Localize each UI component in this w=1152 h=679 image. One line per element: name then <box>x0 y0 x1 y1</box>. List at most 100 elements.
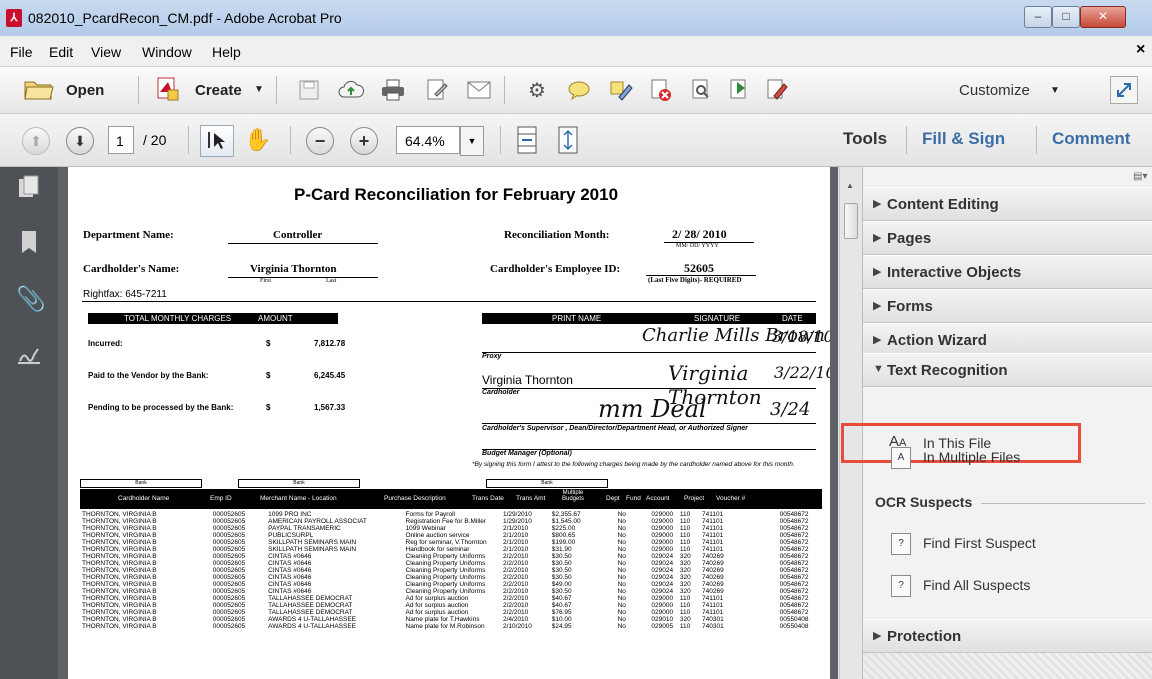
zoom-in-icon[interactable]: + <box>350 127 378 155</box>
table-row: THORNTON, VIRGINIA B 000052605 CINTAS #064… <box>82 567 809 574</box>
section-action-wizard[interactable]: ▶ Action Wizard <box>863 323 1152 357</box>
pane-footer <box>863 653 1152 679</box>
section-content-editing[interactable]: ▶ Content Editing <box>863 187 1152 221</box>
menu-window[interactable]: Window <box>142 44 192 60</box>
tab-fill-sign[interactable]: Fill & Sign <box>922 129 1005 149</box>
menu-edit[interactable]: Edit <box>49 44 73 60</box>
col-account: Account <box>646 495 670 502</box>
cloud-upload-icon[interactable] <box>338 77 364 103</box>
table-row: THORNTON, VIRGINIA B 000052605 PAYPAL TRAN… <box>82 525 809 532</box>
search-document-icon[interactable] <box>688 77 714 103</box>
fullscreen-expand-icon[interactable] <box>1110 76 1138 104</box>
close-window-button[interactable]: ✕ <box>1080 6 1126 28</box>
menu-bar: File Edit View Window Help × <box>0 36 1152 67</box>
zoom-level-input[interactable]: 64.4% <box>396 126 460 154</box>
comment-bubble-icon[interactable] <box>566 77 592 103</box>
print-icon[interactable] <box>380 77 406 103</box>
menu-file[interactable]: File <box>10 44 33 60</box>
edit-document-icon[interactable] <box>424 77 450 103</box>
paid-label: Paid to the Vendor by the Bank: <box>88 371 209 380</box>
pdf-page[interactable]: P-Card Reconciliation for February 2010 … <box>68 167 830 679</box>
highlight-text-icon[interactable] <box>608 77 634 103</box>
supervisor-caption: Cardholder's Supervisor , Dean/Director/… <box>482 425 748 432</box>
fit-width-icon[interactable] <box>556 126 580 157</box>
customize-dropdown-arrow-icon[interactable]: ▼ <box>1050 85 1060 96</box>
print-name-header: PRINT NAME <box>552 314 602 323</box>
hand-tool-icon[interactable]: ✋ <box>244 127 271 153</box>
menu-help[interactable]: Help <box>212 44 241 60</box>
col-fund: Fund <box>626 495 641 502</box>
in-multiple-files-item[interactable]: In Multiple Files <box>923 449 1020 465</box>
section-text-recognition[interactable]: ▼ Text Recognition <box>863 353 1152 387</box>
section-pages[interactable]: ▶ Pages <box>863 221 1152 255</box>
open-folder-icon[interactable] <box>24 76 54 102</box>
scroll-up-arrow-icon[interactable]: ▲ <box>846 181 854 190</box>
table-row: THORNTON, VIRGINIA B 000052605 TALLAHASSEE… <box>82 602 809 609</box>
charges-header-bar: TOTAL MONTHLY CHARGES AMOUNT <box>88 313 338 324</box>
section-protection[interactable]: ▶ Protection <box>863 619 1152 653</box>
edit-form-icon[interactable] <box>764 77 790 103</box>
create-button[interactable]: Create <box>195 82 242 99</box>
bank-tag-2: Bank <box>238 479 360 488</box>
section-interactive-objects[interactable]: ▶ Interactive Objects <box>863 255 1152 289</box>
zoom-dropdown-arrow-icon[interactable]: ▼ <box>460 126 484 156</box>
attachments-paperclip-icon[interactable]: 📎 <box>16 287 46 313</box>
first-name-caption: First <box>260 278 272 284</box>
tab-comment[interactable]: Comment <box>1052 129 1130 149</box>
navigation-pane: 📎 <box>0 167 58 679</box>
zoom-out-icon[interactable]: − <box>306 127 334 155</box>
table-row: THORNTON, VIRGINIA B 000052605 CINTAS #064… <box>82 574 809 581</box>
customize-button[interactable]: Customize <box>959 82 1030 99</box>
employee-id-label: Cardholder's Employee ID: <box>490 263 621 275</box>
acrobat-pdf-icon: ⅄ <box>6 9 22 27</box>
tools-pane: ▤▾ ▶ Content Editing ▶ Pages ▶ Interactive … <box>841 167 1152 679</box>
table-row: THORNTON, VIRGINIA B 000052605 CINTAS #064… <box>82 581 809 588</box>
table-row: THORNTON, VIRGINIA B 000052605 AWARDS 4 U-… <box>82 616 809 623</box>
table-row: THORNTON, VIRGINIA B 000052605 PUBLICSURPL… <box>82 532 809 539</box>
signatures-icon[interactable] <box>16 347 42 373</box>
signature-3-date: 3/24 <box>770 399 811 420</box>
table-row: THORNTON, VIRGINIA B 000052605 1099 PRO IN… <box>82 511 809 518</box>
pane-options-icon[interactable]: ▤▾ <box>1133 171 1147 182</box>
delete-pages-icon[interactable] <box>648 77 674 103</box>
create-dropdown-arrow-icon[interactable]: ▼ <box>254 84 264 95</box>
transactions-header-bar: Cardholder Name Emp ID Merchant Name - L… <box>80 489 822 509</box>
create-pdf-icon[interactable] <box>154 76 180 102</box>
previous-page-up-arrow-icon[interactable]: ⬆ <box>22 127 50 155</box>
signature-1-date: 3/18/10 <box>772 327 830 346</box>
table-row: THORNTON, VIRGINIA B 000052605 TALLAHASSEE… <box>82 595 809 602</box>
export-document-icon[interactable] <box>726 77 752 103</box>
recon-month-label: Reconciliation Month: <box>504 229 610 241</box>
page-thumbnails-icon[interactable] <box>16 175 42 201</box>
minimize-button[interactable]: – <box>1024 6 1052 28</box>
bank-tag-3: Bank <box>486 479 608 488</box>
bank-tag-1: Bank <box>80 479 202 488</box>
find-all-suspects-item[interactable]: Find All Suspects <box>923 577 1030 593</box>
cardholder-label: Cardholder's Name: <box>83 263 180 275</box>
open-button[interactable]: Open <box>66 82 104 99</box>
email-icon[interactable] <box>466 77 492 103</box>
save-icon[interactable] <box>296 77 322 103</box>
maximize-button[interactable]: □ <box>1052 6 1080 28</box>
next-page-down-arrow-icon[interactable]: ⬇ <box>66 127 94 155</box>
page-number-input[interactable]: 1 <box>108 126 134 154</box>
amount-header: AMOUNT <box>258 314 293 323</box>
printed-name-value: Virginia Thornton <box>482 373 573 387</box>
bookmarks-icon[interactable] <box>16 229 42 255</box>
table-row: THORNTON, VIRGINIA B 000052605 AWARDS 4 U-… <box>82 623 809 630</box>
pending-label: Pending to be processed by the Bank: <box>88 403 234 412</box>
page-total-label: / 20 <box>143 132 167 148</box>
settings-gear-icon[interactable]: ⚙ <box>524 77 550 103</box>
table-row: THORNTON, VIRGINIA B 000052605 SKILLPATH S… <box>82 539 809 546</box>
find-first-suspect-item[interactable]: Find First Suspect <box>923 535 1036 551</box>
tab-tools[interactable]: Tools <box>843 129 887 149</box>
scrollbar-thumb[interactable] <box>844 203 858 239</box>
col-emp-id: Emp ID <box>210 495 232 502</box>
col-trans-amt: Trans Amt <box>516 495 546 502</box>
section-forms[interactable]: ▶ Forms <box>863 289 1152 323</box>
close-document-button[interactable]: × <box>1136 41 1145 59</box>
select-tool-icon[interactable] <box>200 125 234 157</box>
menu-view[interactable]: View <box>91 44 121 60</box>
fit-page-icon[interactable] <box>516 126 538 157</box>
incurred-dollar: $ <box>266 339 271 348</box>
